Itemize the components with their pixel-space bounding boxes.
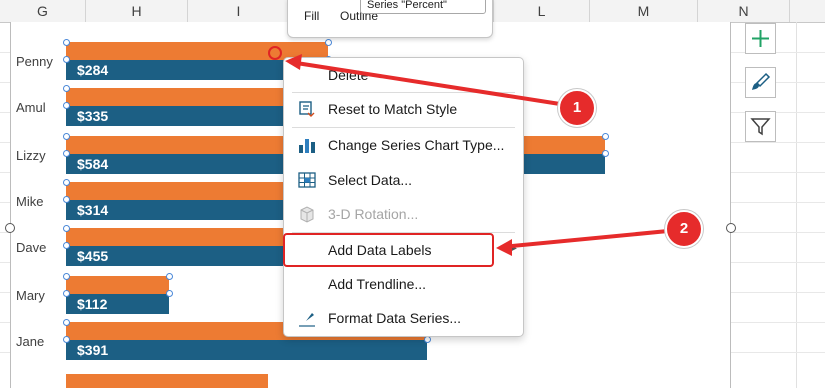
callout-badge-1: 1 [558, 89, 596, 127]
callout-badge-2: 2 [665, 210, 703, 248]
annotation-arrows [285, 54, 669, 256]
